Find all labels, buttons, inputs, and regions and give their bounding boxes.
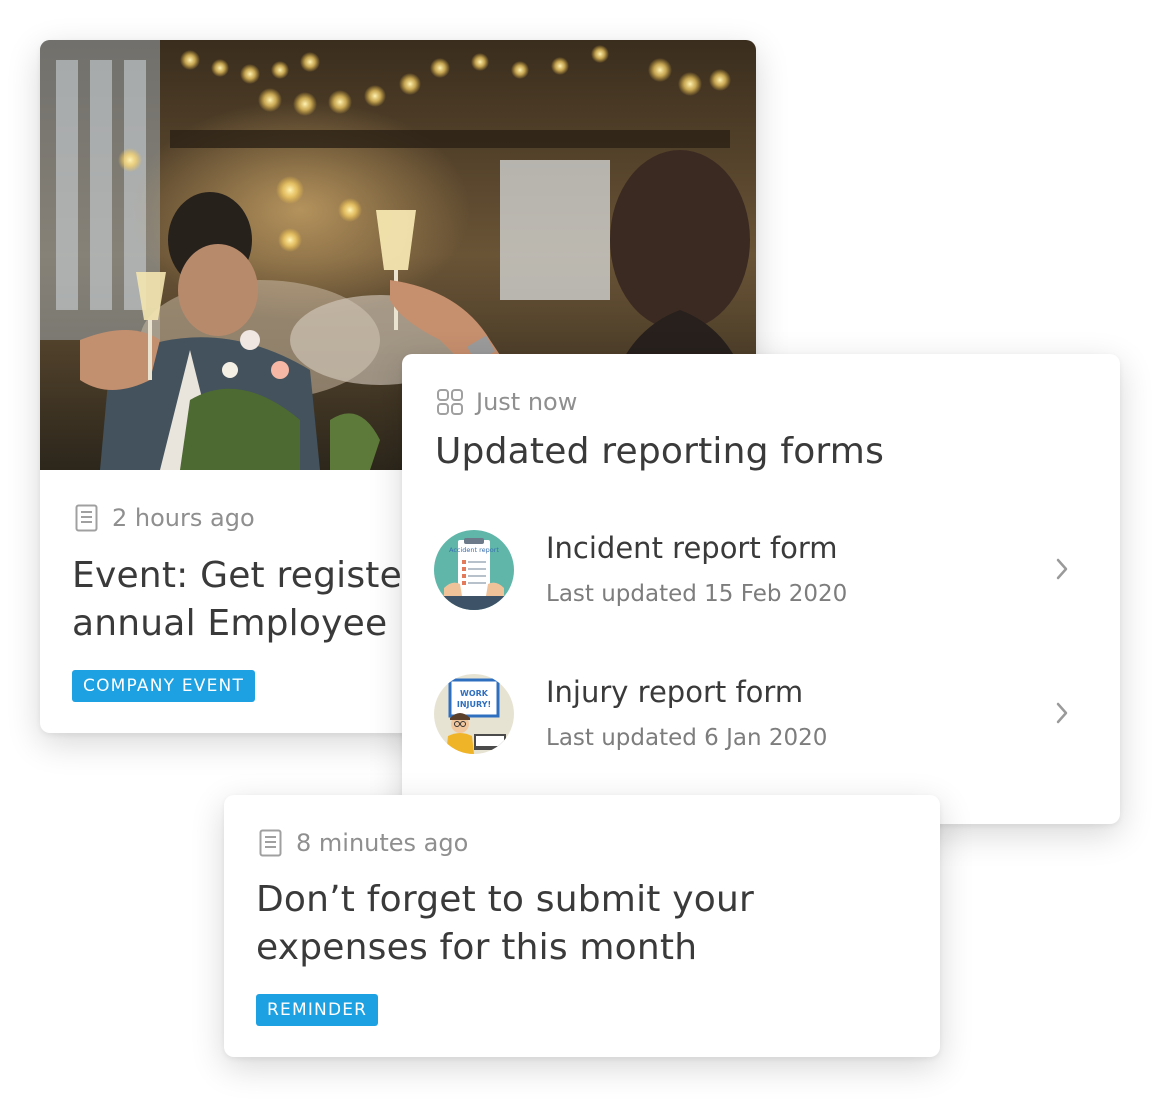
event-timestamp: 2 hours ago xyxy=(112,504,255,532)
reminder-title-line-2: expenses for this month xyxy=(256,927,698,968)
work-injury-illustration: WORK INJURY! xyxy=(434,674,514,754)
incident-report-form-name: Incident report form xyxy=(546,531,838,565)
grid-icon xyxy=(437,389,463,415)
event-title-line-2: annual Employee xyxy=(72,603,388,644)
work-injury-thumb-text-2: INJURY! xyxy=(457,700,491,709)
reminder-title[interactable]: Don’t forget to submit your expenses for… xyxy=(256,876,896,972)
injury-report-form-date: Last updated 6 Jan 2020 xyxy=(546,725,828,751)
incident-report-illustration: Accident report xyxy=(434,530,514,610)
forms-meta: Just now xyxy=(436,388,577,416)
chevron-right-icon[interactable] xyxy=(1054,556,1070,582)
incident-report-form-row[interactable]: Accident report Incident report form Las… xyxy=(402,509,1120,629)
reminder-timestamp: 8 minutes ago xyxy=(296,829,469,857)
forms-card: Just now Updated reporting forms Acciden… xyxy=(402,354,1120,824)
injury-report-form-row[interactable]: WORK INJURY! Injury report form Last upd… xyxy=(402,653,1120,773)
reminder-card[interactable]: 8 minutes ago Don’t forget to submit you… xyxy=(224,795,940,1057)
document-icon xyxy=(259,829,282,857)
reminder-meta: 8 minutes ago xyxy=(258,829,468,857)
reminder-tag[interactable]: REMINDER xyxy=(256,994,379,1026)
event-title-line-1: Event: Get registe xyxy=(72,555,402,596)
work-injury-thumb-text: WORK xyxy=(460,689,489,698)
incident-report-form-date: Last updated 15 Feb 2020 xyxy=(546,581,848,607)
forms-title: Updated reporting forms xyxy=(435,431,885,472)
injury-report-thumbnail: WORK INJURY! xyxy=(434,674,514,754)
injury-report-form-name: Injury report form xyxy=(546,675,804,709)
company-event-tag[interactable]: COMPANY EVENT xyxy=(72,670,256,702)
event-meta: 2 hours ago xyxy=(74,504,255,532)
forms-timestamp: Just now xyxy=(476,388,578,416)
accident-report-thumb-text: Accident report xyxy=(449,546,499,554)
incident-report-thumbnail: Accident report xyxy=(434,530,514,610)
chevron-right-icon[interactable] xyxy=(1054,700,1070,726)
reminder-title-line-1: Don’t forget to submit your xyxy=(256,879,754,920)
document-icon xyxy=(75,504,98,532)
